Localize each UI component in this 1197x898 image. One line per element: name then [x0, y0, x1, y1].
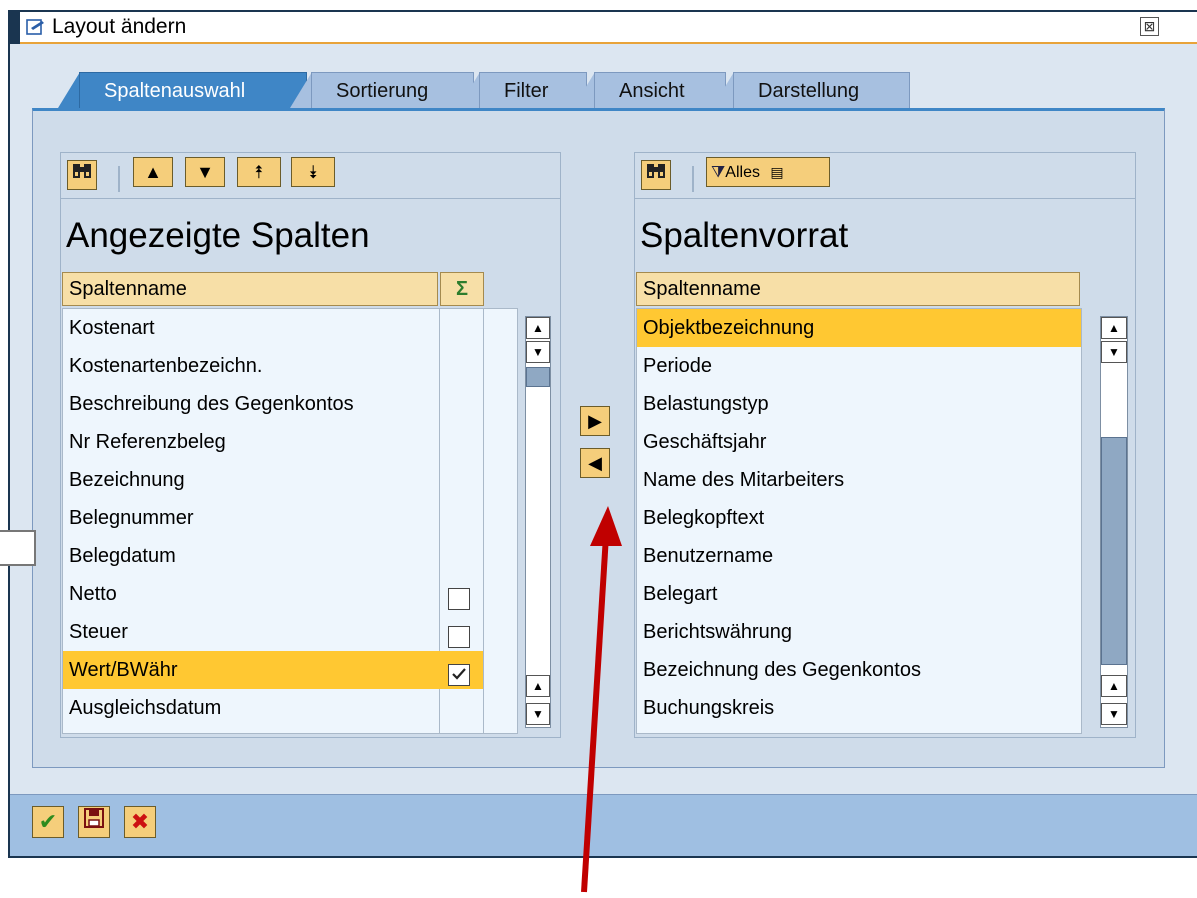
scroll-up-button[interactable]: ▲ [1101, 675, 1127, 697]
checkmark-icon: ✔ [38, 809, 58, 834]
tab-spaltenauswahl[interactable]: Spaltenauswahl [79, 72, 307, 108]
dialog-title: Layout ändern [52, 15, 187, 38]
displayed-columns-list: Kostenart Kostenartenbezeichn. Beschreib… [62, 308, 518, 734]
arrow-up-icon: ▲ [144, 162, 162, 182]
tab-filter-edge [458, 72, 480, 108]
title-accent [10, 12, 20, 44]
move-to-bottom-button[interactable]: ⯯ [291, 157, 335, 187]
list-item[interactable]: Name des Mitarbeiters [637, 461, 1081, 499]
move-to-pool-button[interactable]: ◀ [580, 448, 610, 478]
list-item[interactable]: Belegdatum [63, 537, 439, 575]
list-item[interactable]: Bezeichnung [63, 461, 439, 499]
tab-sortierung[interactable]: Sortierung [311, 72, 474, 108]
move-to-top-button[interactable]: ⯭ [237, 157, 281, 187]
annotation-arrow [581, 506, 622, 893]
edit-layout-icon [26, 18, 46, 36]
list-item[interactable]: Buchungskreis [637, 689, 1081, 727]
displayed-columns-title: Angezeigte Spalten [66, 216, 370, 255]
funnel-icon: ⧩ [711, 164, 726, 181]
column-name-header[interactable]: Spaltenname [636, 272, 1080, 306]
list-item-selected[interactable]: Objektbezeichnung [637, 309, 1081, 347]
toolbar-separator [118, 166, 120, 192]
find-button[interactable] [67, 160, 97, 190]
list-item[interactable]: Nr Referenzbeleg [63, 423, 439, 461]
sum-checkbox-steuer[interactable] [448, 626, 470, 648]
scroll-down-button[interactable]: ▼ [1101, 341, 1127, 363]
binoculars-icon [73, 164, 91, 178]
tab-spaltenauswahl-edge [58, 72, 80, 108]
list-item[interactable]: Steuer [63, 613, 439, 651]
tab-sortierung-edge [290, 72, 312, 108]
save-layout-button[interactable] [78, 806, 110, 838]
list-item-selected[interactable]: Wert/BWähr [63, 651, 483, 689]
scroll-up-button[interactable]: ▲ [526, 317, 550, 339]
column-name-header[interactable]: Spaltenname [62, 272, 438, 306]
filter-label: Alles [725, 164, 760, 181]
cancel-button[interactable]: ✖ [124, 806, 156, 838]
column-divider [483, 309, 484, 733]
cancel-x-icon: ✖ [130, 809, 150, 834]
arrow-down-icon: ▼ [196, 162, 214, 182]
sum-checkbox-netto[interactable] [448, 588, 470, 610]
move-up-button[interactable]: ▲ [133, 157, 173, 187]
tab-darstellung-edge [712, 72, 734, 108]
list-item[interactable]: Geschäftsjahr [637, 423, 1081, 461]
sum-checkbox-wert-bwaehr[interactable] [448, 664, 470, 686]
list-item[interactable]: Benutzername [637, 537, 1081, 575]
sigma-icon: Σ [455, 278, 468, 300]
list-item[interactable]: Ausgleichsdatum [63, 689, 439, 727]
close-button[interactable]: ⊠ [1140, 17, 1159, 36]
list-item[interactable]: Belegnummer [63, 499, 439, 537]
dropdown-icon: ▤ [770, 164, 784, 180]
list-item[interactable]: Kostenartenbezeichn. [63, 347, 439, 385]
find-button[interactable] [641, 160, 671, 190]
move-down-button[interactable]: ▼ [185, 157, 225, 187]
list-item[interactable]: Periode [637, 347, 1081, 385]
tab-darstellung[interactable]: Darstellung [733, 72, 910, 108]
confirm-button[interactable]: ✔ [32, 806, 64, 838]
list-item[interactable]: Berichtswährung [637, 613, 1081, 651]
filter-dropdown-button[interactable]: ⧩Alles ▤ [706, 157, 830, 187]
arrow-right-icon: ▶ [588, 411, 602, 431]
move-to-displayed-button[interactable]: ▶ [580, 406, 610, 436]
list-item[interactable]: Bezeichnung des Gegenkontos [637, 651, 1081, 689]
list-item[interactable]: Kostenart [63, 309, 439, 347]
resize-handle[interactable] [0, 530, 36, 566]
tab-ansicht[interactable]: Ansicht [594, 72, 726, 108]
scroll-down-button[interactable]: ▼ [1101, 703, 1127, 725]
scroll-thumb[interactable] [1101, 437, 1127, 665]
toolbar-separator [692, 166, 694, 192]
checkmark-icon [452, 668, 466, 680]
column-pool-scrollbar[interactable]: ▲ ▼ ▲ ▼ [1100, 316, 1128, 728]
scroll-down-button[interactable]: ▼ [526, 341, 550, 363]
scroll-thumb[interactable] [526, 367, 550, 387]
sum-column-header[interactable]: Σ [440, 272, 484, 306]
list-item[interactable]: Netto [63, 575, 439, 613]
list-item[interactable]: Belegart [637, 575, 1081, 613]
column-pool-title: Spaltenvorrat [640, 216, 849, 255]
title-bar [10, 12, 1197, 44]
tab-ansicht-edge [573, 72, 595, 108]
binoculars-icon [647, 164, 665, 178]
tab-filter[interactable]: Filter [479, 72, 587, 108]
arrow-bottom-icon: ⯯ [307, 162, 319, 182]
scroll-up-button[interactable]: ▲ [1101, 317, 1127, 339]
column-pool-list: Objektbezeichnung Periode Belastungstyp … [636, 308, 1082, 734]
arrow-top-icon: ⯭ [253, 162, 265, 182]
list-item[interactable]: Beschreibung des Gegenkontos [63, 385, 439, 423]
arrow-left-icon: ◀ [588, 453, 602, 473]
floppy-disk-icon [84, 808, 104, 828]
list-item[interactable]: Belegkopftext [637, 499, 1081, 537]
list-item[interactable]: Belastungstyp [637, 385, 1081, 423]
